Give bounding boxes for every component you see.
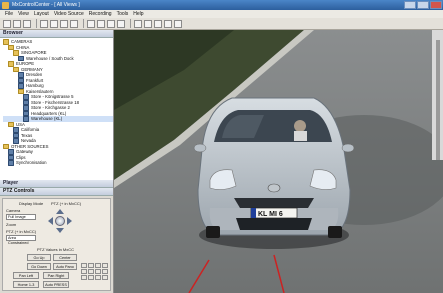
home-button[interactable]: Home 1-3	[13, 281, 39, 288]
joystick-knob[interactable]	[55, 216, 65, 226]
camera-icon	[18, 83, 24, 89]
go-up-button[interactable]: Go Up	[27, 254, 51, 261]
folder-icon	[8, 61, 14, 67]
pan-left-button[interactable]: Pan Left	[13, 272, 39, 279]
grid-icon[interactable]	[50, 19, 58, 28]
preset-grid	[81, 263, 108, 280]
camera-image: KL MI 6	[114, 30, 443, 293]
ptz-pad-label: PTZ (+ in MxCC)	[51, 201, 82, 206]
camera-icon	[8, 160, 14, 166]
menu-bar: File View Layout Video Source Recording …	[0, 10, 443, 18]
browser-header: Browser	[0, 30, 113, 38]
preset-button[interactable]	[95, 275, 101, 280]
toolbar-separator	[130, 19, 131, 28]
preset-button[interactable]	[95, 263, 101, 268]
preset-button[interactable]	[95, 269, 101, 274]
camera-icon	[23, 105, 29, 111]
camera-icon	[18, 72, 24, 78]
pan-icon[interactable]	[107, 19, 115, 28]
camera-icon	[23, 94, 29, 100]
preset-button[interactable]	[102, 269, 108, 274]
tree-node[interactable]: Synchronisation	[3, 160, 113, 166]
menu-layout[interactable]: Layout	[34, 11, 49, 17]
open-icon[interactable]	[3, 19, 11, 28]
menu-view[interactable]: View	[18, 11, 29, 17]
mic-icon[interactable]	[134, 19, 142, 28]
menu-help[interactable]: Help	[133, 11, 143, 17]
title-bar: MxControlCenter - [ All Views ]	[0, 0, 443, 10]
menu-tools[interactable]: Tools	[117, 11, 129, 17]
speaker-icon[interactable]	[117, 19, 125, 28]
layout-icon[interactable]	[40, 19, 48, 28]
camera-tree: CAMERAS CHINA SINGAPORE Warehouse / South D…	[0, 38, 113, 166]
auto-press-button[interactable]: Auto PRESS	[43, 281, 69, 288]
pan-right-button[interactable]: Pan Right	[43, 272, 69, 279]
display-mode-select[interactable]: Full Image	[6, 214, 36, 220]
toolbar	[0, 18, 443, 30]
preset-button[interactable]	[88, 263, 94, 268]
ptz-in-label: PTZ (+ in MxCC)	[6, 229, 37, 234]
tree-node-label: Synchronisation	[16, 160, 47, 165]
license-plate-text: KL MI 6	[258, 211, 283, 218]
video-view[interactable]: KL MI 6	[114, 30, 443, 293]
menu-recording[interactable]: Recording	[89, 11, 112, 17]
record-icon[interactable]	[70, 19, 78, 28]
preset-button[interactable]	[102, 263, 108, 268]
go-down-button[interactable]: Go Down	[27, 263, 51, 270]
window-title: MxControlCenter - [ All Views ]	[12, 2, 80, 8]
preset-button[interactable]	[88, 275, 94, 280]
print-icon[interactable]	[23, 19, 31, 28]
folder-icon	[3, 39, 9, 45]
camera-label: Camera	[6, 208, 21, 213]
preset-button[interactable]	[81, 263, 87, 268]
key-icon[interactable]	[164, 19, 172, 28]
close-button[interactable]	[430, 1, 442, 9]
save-icon[interactable]	[13, 19, 21, 28]
auto-pano-button[interactable]: Auto Pano	[53, 263, 77, 270]
player-panel: Player PTZ Controls Display Mode Camera …	[0, 180, 113, 293]
zoom-icon[interactable]	[97, 19, 105, 28]
tree-node-label: Warehouse (KL)	[31, 116, 63, 121]
preset-button[interactable]	[102, 275, 108, 280]
alarm-icon[interactable]	[144, 19, 152, 28]
ptz-values-label: PTZ Values in MxCC	[37, 247, 75, 252]
ptz-controls: Display Mode Camera Full Image Zoom PTZ …	[2, 198, 111, 291]
display-mode-label: Display Mode	[19, 201, 44, 206]
zoom-label: Zoom	[6, 222, 17, 227]
camera-icon	[8, 149, 14, 155]
minimize-button[interactable]	[404, 1, 416, 9]
help-icon[interactable]	[174, 19, 182, 28]
folder-icon	[13, 50, 19, 56]
preset-button[interactable]	[81, 275, 87, 280]
settings-icon[interactable]	[154, 19, 162, 28]
menu-video-source[interactable]: Video Source	[54, 11, 84, 17]
app-icon	[2, 1, 9, 9]
preset-button[interactable]	[88, 269, 94, 274]
ptz-header: PTZ Controls	[0, 188, 113, 196]
player-header: Player	[0, 180, 113, 188]
ptz-mode-select[interactable]: Area Constrained	[6, 235, 36, 245]
menu-file[interactable]: File	[5, 11, 13, 17]
maximize-button[interactable]	[417, 1, 429, 9]
ptz-direction-pad[interactable]	[47, 208, 73, 234]
preset-button[interactable]	[81, 269, 87, 274]
camera-icon[interactable]	[60, 19, 68, 28]
play-icon[interactable]	[87, 19, 95, 28]
center-button[interactable]: Center	[53, 254, 77, 261]
toolbar-separator	[83, 19, 84, 28]
camera-icon	[13, 127, 19, 133]
toolbar-separator	[36, 19, 37, 28]
